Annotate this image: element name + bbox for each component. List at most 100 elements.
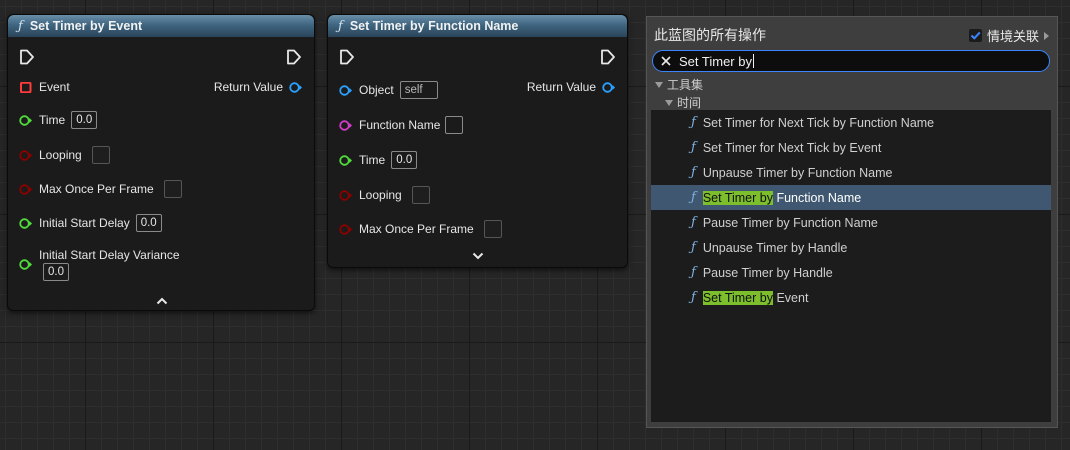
search-text: Set Timer by (679, 53, 752, 69)
list-item[interactable]: ƒ Unpause Timer by Handle (651, 235, 1051, 260)
context-label: 情境关联 (986, 29, 1039, 44)
pin-label: Initial Start Delay (39, 216, 130, 230)
node-title: Set Timer by Event (29, 19, 143, 33)
pin-row-time[interactable]: Time 0.0 (19, 111, 98, 129)
max-once-checkbox[interactable] (163, 180, 182, 198)
looping-checkbox[interactable] (411, 186, 430, 204)
name-pin-icon[interactable] (339, 119, 352, 131)
action-list: ƒ Set Timer for Next Tick by Function Na… (651, 110, 1051, 422)
checkbox-icon[interactable] (968, 29, 982, 42)
list-item[interactable]: ƒ Set Timer for Next Tick by Event (651, 135, 1051, 160)
object-pin-icon[interactable] (289, 81, 302, 93)
set-timer-by-event-node[interactable]: ƒ Set Timer by Event Event Return Value … (7, 14, 315, 311)
pin-row-object[interactable]: Object self (339, 81, 438, 99)
chevron-up-icon[interactable] (156, 297, 168, 305)
node-title: Set Timer by Function Name (349, 19, 519, 33)
return-value-pin[interactable]: Return Value (527, 80, 615, 94)
bool-pin-icon[interactable] (339, 223, 352, 235)
category-time[interactable]: 时间 (665, 94, 701, 111)
exec-in-pin-icon[interactable] (19, 49, 35, 65)
object-pin-icon[interactable] (602, 81, 615, 93)
search-input[interactable]: Set Timer by (652, 50, 1050, 72)
object-value-field[interactable]: self (399, 81, 438, 99)
pin-row-max-once[interactable]: Max Once Per Frame (19, 180, 182, 198)
list-item[interactable]: ƒ Set Timer for Next Tick by Function Na… (651, 110, 1051, 135)
float-pin-icon[interactable] (19, 259, 32, 270)
pin-label: Event (39, 80, 70, 94)
function-icon: ƒ (691, 215, 696, 230)
bool-pin-icon[interactable] (19, 183, 32, 195)
return-value-pin[interactable]: Return Value (214, 80, 302, 94)
item-label: Set Timer for Next Tick by Function Name (702, 115, 935, 130)
time-value-field[interactable]: 0.0 (391, 151, 418, 169)
pin-row-initial-start-delay-variance[interactable]: Initial Start Delay Variance 0.0 (19, 248, 180, 281)
search-match-highlight: Set Timer by (702, 290, 773, 305)
list-item[interactable]: ƒ Pause Timer by Handle (651, 260, 1051, 285)
bool-pin-icon[interactable] (19, 149, 32, 161)
float-pin-icon[interactable] (19, 217, 32, 229)
pin-row-event[interactable]: Event (19, 80, 70, 94)
function-icon: ƒ (691, 265, 696, 280)
exec-out-pin-icon[interactable] (286, 49, 302, 65)
delegate-pin-icon[interactable] (19, 81, 32, 93)
time-value-field[interactable]: 0.0 (71, 111, 98, 129)
initial-start-delay-variance-field[interactable]: 0.0 (43, 263, 69, 281)
item-label: Unpause Timer by Function Name (702, 165, 893, 180)
set-timer-by-function-name-node[interactable]: ƒ Set Timer by Function Name Object self… (327, 14, 628, 268)
item-label: Pause Timer by Handle (702, 265, 833, 280)
list-item[interactable]: ƒ Set Timer by Event (651, 285, 1051, 310)
function-icon: ƒ (691, 240, 696, 255)
max-once-checkbox[interactable] (483, 220, 502, 238)
search-match-highlight: Set Timer by (702, 190, 773, 205)
pin-label: Time (39, 113, 66, 127)
item-label: Pause Timer by Function Name (702, 215, 878, 230)
pin-row-looping[interactable]: Looping (339, 186, 430, 204)
pin-label: Max Once Per Frame (39, 182, 154, 196)
pin-row-initial-start-delay[interactable]: Initial Start Delay 0.0 (19, 214, 162, 232)
pin-row-max-once[interactable]: Max Once Per Frame (339, 220, 502, 238)
object-pin-icon[interactable] (339, 84, 352, 96)
category-label: 时间 (677, 96, 702, 110)
action-menu-panel: 此蓝图的所有操作 情境关联 Set Timer by 工具集 时间 ƒ Set … (646, 16, 1058, 428)
list-item[interactable]: ƒ Pause Timer by Function Name (651, 210, 1051, 235)
pin-label: Initial Start Delay Variance (39, 248, 180, 262)
function-icon: ƒ (691, 140, 696, 155)
pin-label: Function Name (359, 118, 441, 132)
text-caret (752, 54, 754, 68)
looping-checkbox[interactable] (91, 146, 110, 164)
panel-title: 此蓝图的所有操作 (654, 27, 766, 43)
initial-start-delay-field[interactable]: 0.0 (135, 214, 162, 232)
pin-label: Looping (39, 148, 82, 162)
expand-arrow-icon (655, 81, 663, 88)
return-value-label: Return Value (526, 80, 596, 94)
return-value-label: Return Value (213, 80, 283, 94)
category-utilities[interactable]: 工具集 (655, 76, 703, 93)
item-label: Set Timer for Next Tick by Event (702, 140, 882, 155)
node-header[interactable]: ƒ Set Timer by Function Name (328, 15, 627, 37)
exec-in-pin-icon[interactable] (339, 49, 355, 65)
exec-out-pin-icon[interactable] (600, 49, 616, 65)
function-name-field[interactable] (445, 116, 464, 134)
expand-arrow-icon[interactable] (1044, 31, 1049, 40)
pin-row-looping[interactable]: Looping (19, 146, 110, 164)
pin-label: Max Once Per Frame (359, 222, 474, 236)
item-label: Unpause Timer by Handle (702, 240, 848, 255)
list-item-selected[interactable]: ƒ Set Timer by Function Name (651, 185, 1051, 210)
function-icon: ƒ (691, 190, 696, 205)
item-label: Event (772, 290, 809, 305)
function-icon: ƒ (338, 18, 343, 34)
context-sensitive-toggle[interactable]: 情境关联 (968, 26, 1049, 45)
pin-label: Time (359, 153, 386, 167)
float-pin-icon[interactable] (339, 154, 352, 166)
chevron-down-icon[interactable] (472, 252, 484, 260)
pin-row-function-name[interactable]: Function Name (339, 116, 464, 134)
item-label: Function Name (772, 190, 862, 205)
pin-row-time[interactable]: Time 0.0 (339, 151, 418, 169)
list-item[interactable]: ƒ Unpause Timer by Function Name (651, 160, 1051, 185)
pin-label: Object (359, 83, 394, 97)
float-pin-icon[interactable] (19, 114, 32, 126)
node-header[interactable]: ƒ Set Timer by Event (8, 15, 314, 37)
function-icon: ƒ (18, 18, 23, 34)
clear-search-icon[interactable] (661, 56, 671, 66)
bool-pin-icon[interactable] (339, 189, 352, 201)
